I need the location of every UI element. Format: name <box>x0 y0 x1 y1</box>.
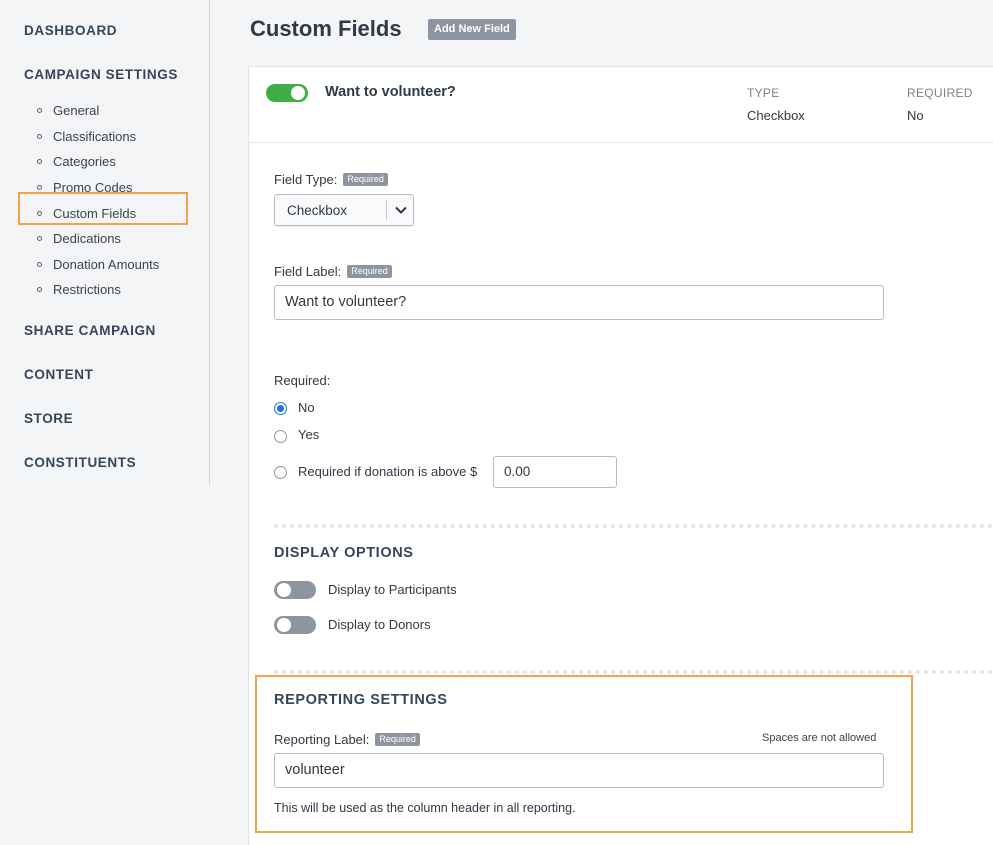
toggle-knob <box>277 583 291 597</box>
required-value: No <box>907 108 924 123</box>
select-divider <box>386 200 387 220</box>
section-divider <box>274 524 993 528</box>
sidebar-item-restrictions[interactable]: Restrictions <box>37 277 159 303</box>
section-divider <box>274 670 993 674</box>
type-column-heading: TYPE <box>747 86 780 100</box>
reporting-settings-highlight <box>255 675 913 833</box>
add-new-field-button[interactable]: Add New Field <box>428 19 516 40</box>
field-label-label: Field Label: Required <box>274 264 392 279</box>
required-label: Required: <box>274 373 331 388</box>
custom-fields-highlight <box>18 192 188 225</box>
field-type-selected-value: Checkbox <box>287 203 348 218</box>
required-if-donation-radio[interactable] <box>274 466 287 479</box>
required-no-radio[interactable] <box>274 402 287 415</box>
display-participants-label: Display to Participants <box>328 582 457 597</box>
donation-threshold-input[interactable]: 0.00 <box>493 456 617 488</box>
field-name: Want to volunteer? <box>325 84 456 100</box>
type-value: Checkbox <box>747 108 805 123</box>
nav-share-campaign[interactable]: SHARE CAMPAIGN <box>24 323 156 338</box>
sidebar-item-donation-amounts[interactable]: Donation Amounts <box>37 252 159 278</box>
display-options-title: DISPLAY OPTIONS <box>274 545 414 561</box>
nav-campaign-settings[interactable]: CAMPAIGN SETTINGS <box>24 67 178 82</box>
field-type-label: Field Type: Required <box>274 172 388 187</box>
required-badge: Required <box>343 173 388 186</box>
field-type-select[interactable]: Checkbox <box>274 194 414 226</box>
bullet-icon <box>37 108 42 114</box>
sidebar-item-classifications[interactable]: Classifications <box>37 124 159 150</box>
bullet-icon <box>37 185 42 191</box>
toggle-knob <box>277 618 291 632</box>
required-if-donation-label[interactable]: Required if donation is above $ <box>298 464 477 479</box>
nav-store[interactable]: STORE <box>24 411 73 426</box>
required-yes-radio[interactable] <box>274 430 287 443</box>
chevron-down-icon <box>395 206 407 214</box>
bullet-icon <box>37 159 42 165</box>
required-badge: Required <box>347 265 392 278</box>
required-no-label[interactable]: No <box>298 400 315 415</box>
nav-content[interactable]: CONTENT <box>24 367 93 382</box>
required-column-heading: REQUIRED <box>907 86 973 100</box>
nav-constituents[interactable]: CONSTITUENTS <box>24 455 136 470</box>
field-label-input[interactable]: Want to volunteer? <box>274 285 884 320</box>
sidebar-item-categories[interactable]: Categories <box>37 149 159 175</box>
bullet-icon <box>37 236 42 242</box>
nav-dashboard[interactable]: DASHBOARD <box>24 23 117 38</box>
bullet-icon <box>37 133 42 139</box>
bullet-icon <box>37 261 42 267</box>
field-enabled-toggle[interactable] <box>266 84 308 102</box>
sidebar-item-general[interactable]: General <box>37 98 159 124</box>
display-donors-toggle[interactable] <box>274 616 316 634</box>
bullet-icon <box>37 287 42 293</box>
page-title: Custom Fields <box>250 16 402 41</box>
sidebar-nav: DASHBOARD CAMPAIGN SETTINGS General Clas… <box>0 0 210 485</box>
sidebar-item-dedications[interactable]: Dedications <box>37 226 159 252</box>
toggle-knob <box>291 86 305 100</box>
required-yes-label[interactable]: Yes <box>298 427 319 442</box>
field-summary-header[interactable]: Want to volunteer? TYPE Checkbox REQUIRE… <box>249 67 993 143</box>
display-donors-label: Display to Donors <box>328 617 431 632</box>
display-participants-toggle[interactable] <box>274 581 316 599</box>
